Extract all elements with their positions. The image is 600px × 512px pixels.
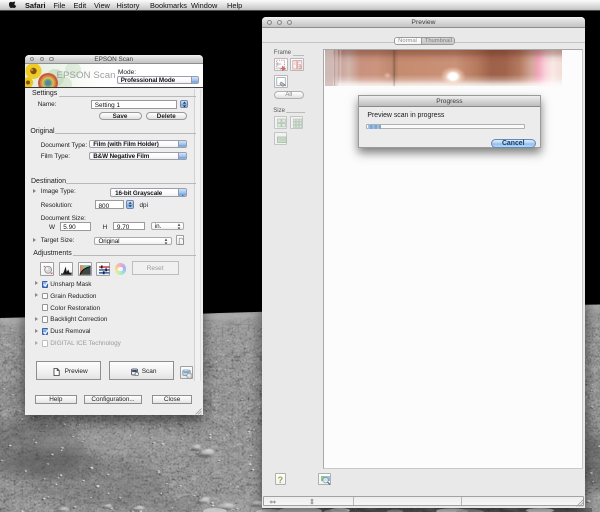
svg-text:3: 3 xyxy=(299,65,302,71)
